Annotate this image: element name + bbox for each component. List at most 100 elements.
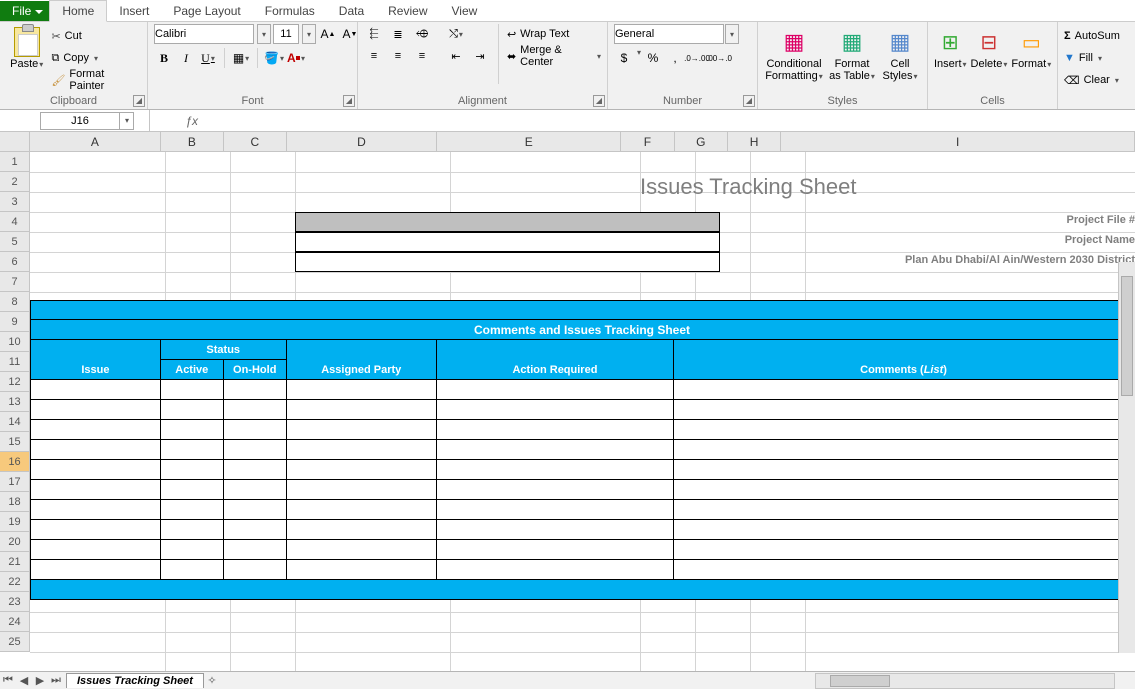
name-box-dropdown[interactable]: ▾ [120,112,134,130]
input-project-name[interactable] [295,232,720,252]
row-header-1[interactable]: 1 [0,152,30,172]
row-header-8[interactable]: 8 [0,292,30,312]
vertical-scrollbar[interactable] [1118,262,1135,653]
col-header-C[interactable]: C [224,132,287,152]
row-header-9[interactable]: 9 [0,312,30,332]
row-header-24[interactable]: 24 [0,612,30,632]
sheet-tab-active[interactable]: Issues Tracking Sheet [66,673,204,688]
col-header-H[interactable]: H [728,132,781,152]
tab-page-layout[interactable]: Page Layout [161,1,252,21]
tab-data[interactable]: Data [327,1,376,21]
format-painter-button[interactable]: 🖌Format Painter [51,70,141,90]
comma-button[interactable]: , [665,48,685,68]
fx-icon[interactable]: ƒx [150,114,204,128]
align-top-button[interactable]: ⬱ [364,24,384,44]
align-right-button[interactable]: ≡ [412,46,432,66]
col-header-D[interactable]: D [287,132,437,152]
clear-button[interactable]: ⌫Clear▾ [1064,70,1120,90]
table-row[interactable] [30,520,1134,540]
number-launcher[interactable]: ◢ [743,95,755,107]
shrink-font-button[interactable]: A▼ [340,24,360,44]
table-row[interactable] [30,440,1134,460]
tab-file[interactable]: File [0,1,49,21]
clipboard-launcher[interactable]: ◢ [133,95,145,107]
format-cells-button[interactable]: ▭ Format▾ [1011,24,1051,71]
row-header-3[interactable]: 3 [0,192,30,212]
table-row[interactable] [30,540,1134,560]
table-row[interactable] [30,460,1134,480]
cut-button[interactable]: ✂Cut [51,26,141,46]
row-header-6[interactable]: 6 [0,252,30,272]
col-header-A[interactable]: A [30,132,161,152]
row-header-4[interactable]: 4 [0,212,30,232]
tab-review[interactable]: Review [376,1,439,21]
fill-button[interactable]: ▼Fill▾ [1064,48,1120,68]
cell-styles-button[interactable]: ▦ Cell Styles▾ [880,24,920,83]
percent-button[interactable]: % [643,48,663,68]
autosum-button[interactable]: ΣAutoSum [1064,26,1120,46]
number-format-combo[interactable] [614,24,724,44]
tab-home[interactable]: Home [49,0,107,22]
table-row[interactable] [30,480,1134,500]
row-header-18[interactable]: 18 [0,492,30,512]
col-header-B[interactable]: B [161,132,224,152]
row-header-16[interactable]: 16 [0,452,30,472]
row-header-22[interactable]: 22 [0,572,30,592]
row-header-14[interactable]: 14 [0,412,30,432]
increase-decimal-button[interactable]: .0→.00 [687,48,707,68]
col-header-I[interactable]: I [781,132,1135,152]
currency-button[interactable]: $ [614,48,634,68]
row-header-10[interactable]: 10 [0,332,30,352]
align-bottom-button[interactable]: ⬲ [412,24,432,44]
increase-indent-button[interactable]: ⇥ [470,46,490,66]
name-box[interactable] [40,112,120,130]
table-row[interactable] [30,420,1134,440]
paste-button[interactable]: Paste▾ [6,24,47,71]
fill-color-button[interactable]: 🪣▾ [264,48,284,68]
sheet-nav-next[interactable]: ▶ [32,674,48,687]
align-middle-button[interactable]: ≣ [388,24,408,44]
col-header-G[interactable]: G [675,132,728,152]
tab-formulas[interactable]: Formulas [253,1,327,21]
alignment-launcher[interactable]: ◢ [593,95,605,107]
bold-button[interactable]: B [154,48,174,68]
tab-view[interactable]: View [440,1,490,21]
row-headers[interactable]: 1234567891011121314151617181920212223242… [0,152,30,652]
col-header-F[interactable]: F [621,132,674,152]
row-header-25[interactable]: 25 [0,632,30,652]
underline-button[interactable]: U▾ [198,48,218,68]
input-project-file[interactable] [295,212,720,232]
tab-insert[interactable]: Insert [107,1,161,21]
row-header-20[interactable]: 20 [0,532,30,552]
row-header-23[interactable]: 23 [0,592,30,612]
sheet-nav-prev[interactable]: ◀ [16,674,32,687]
worksheet-grid[interactable]: ABCDEFGHI 123456789101112131415161718192… [0,132,1135,671]
border-button[interactable]: ▦▾ [231,48,251,68]
italic-button[interactable]: I [176,48,196,68]
table-row[interactable] [30,500,1134,520]
row-header-19[interactable]: 19 [0,512,30,532]
row-header-11[interactable]: 11 [0,352,30,372]
orientation-button[interactable]: ⤭▾ [446,24,466,44]
horizontal-scrollbar[interactable] [815,673,1115,689]
formula-bar[interactable] [204,110,1135,131]
merge-center-button[interactable]: ⬌Merge & Center▾ [507,46,601,66]
new-sheet-button[interactable]: ✧ [204,674,220,687]
format-as-table-button[interactable]: ▦ Format as Table▾ [828,24,876,83]
conditional-formatting-button[interactable]: ▦ Conditional Formatting▾ [764,24,824,83]
delete-cells-button[interactable]: ⊟ Delete▾ [971,24,1008,71]
row-header-17[interactable]: 17 [0,472,30,492]
sheet-nav-first[interactable]: ⏮ [0,674,16,687]
decrease-indent-button[interactable]: ⇤ [446,46,466,66]
row-header-21[interactable]: 21 [0,552,30,572]
font-launcher[interactable]: ◢ [343,95,355,107]
copy-button[interactable]: ⧉Copy▾ [51,48,141,68]
wrap-text-button[interactable]: ↩Wrap Text [507,24,601,44]
table-row[interactable] [30,400,1134,420]
row-header-12[interactable]: 12 [0,372,30,392]
input-district[interactable] [295,252,720,272]
decrease-decimal-button[interactable]: .00→.0 [709,48,729,68]
table-row[interactable] [30,380,1134,400]
column-headers[interactable]: ABCDEFGHI [30,132,1135,152]
font-name-combo[interactable] [154,24,254,44]
